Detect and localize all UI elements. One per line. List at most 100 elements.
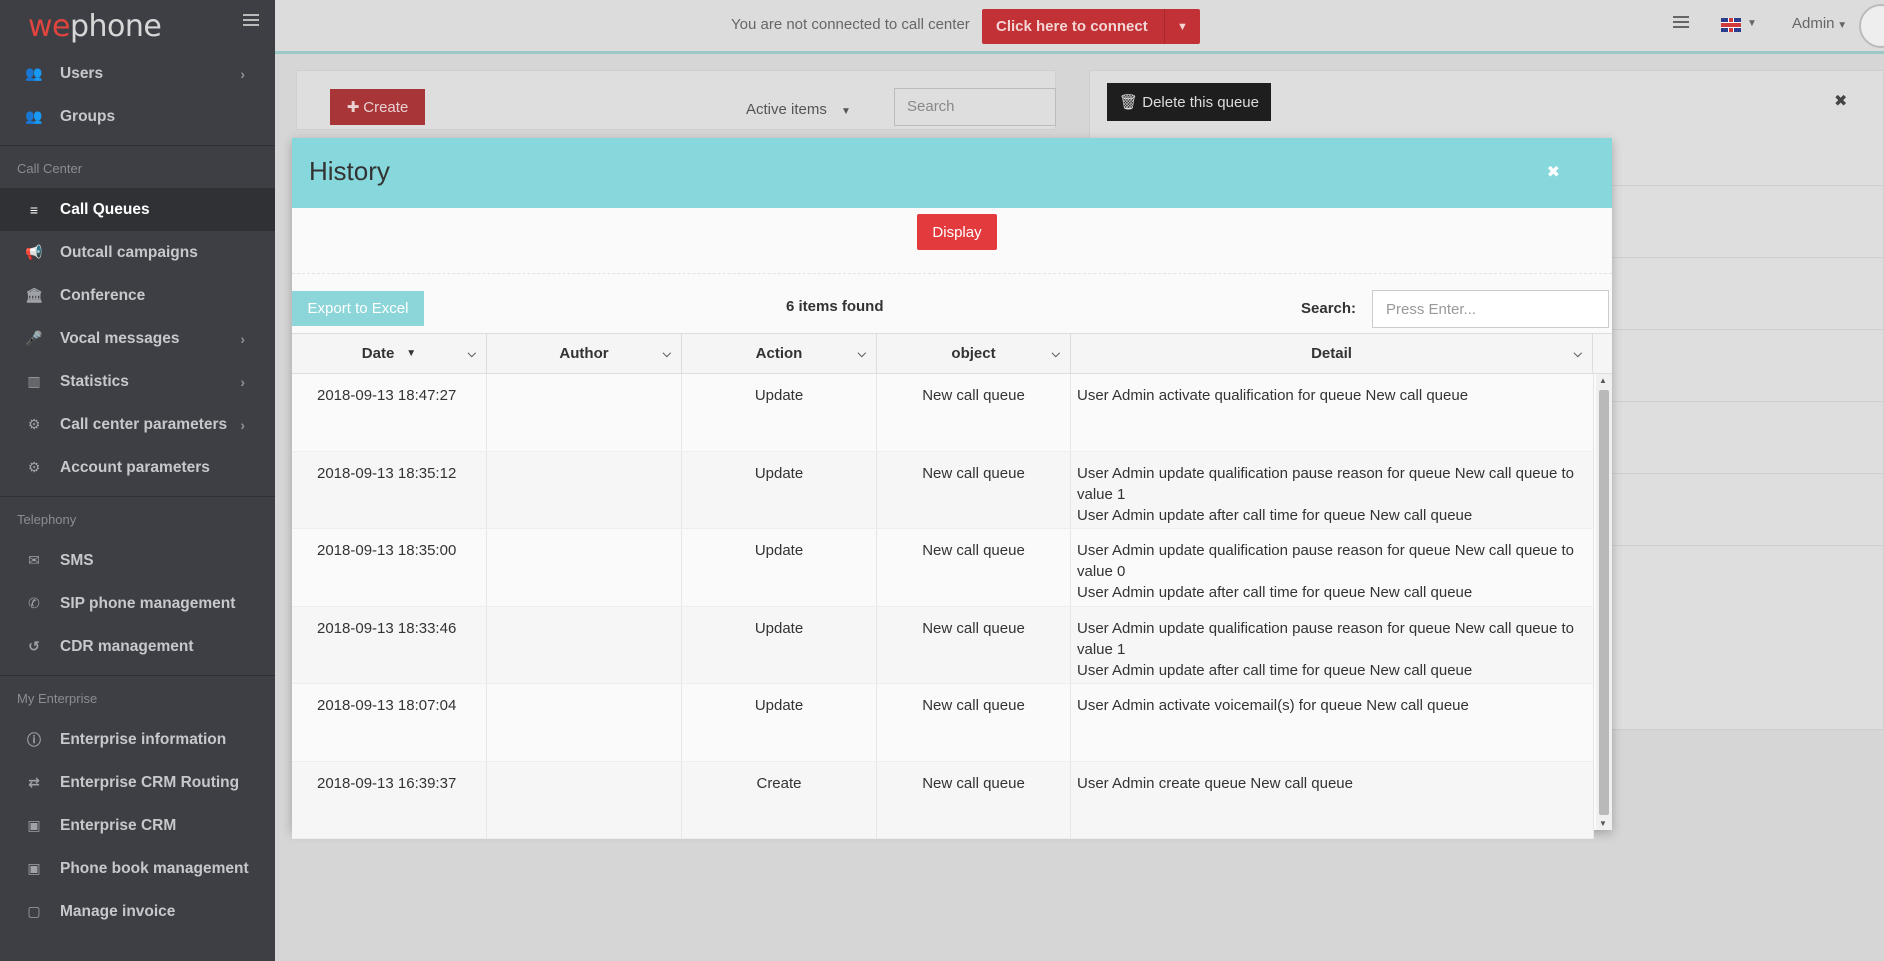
create-button[interactable]: ✚ Create [330, 89, 425, 125]
sidebar-item-call-center-parameters[interactable]: ⚙ Call center parameters › [0, 403, 275, 446]
sidebar-item-sms[interactable]: ✉ SMS [0, 539, 275, 582]
sidebar-item-account-parameters[interactable]: ⚙ Account parameters [0, 446, 275, 489]
column-menu-icon[interactable]: ⌵ [1574, 348, 1582, 361]
bank-icon: 🏛 [25, 287, 43, 303]
column-header-object[interactable]: object ⌵ [877, 334, 1071, 373]
column-header-detail[interactable]: Detail ⌵ [1071, 334, 1593, 373]
chevron-down-icon[interactable]: ▼ [1747, 18, 1757, 29]
cell-action: Update [682, 684, 877, 761]
logo-we: we [28, 8, 71, 44]
column-menu-icon[interactable]: ⌵ [663, 348, 671, 361]
sidebar-item-sip-phone-management[interactable]: ✆ SIP phone management [0, 582, 275, 625]
close-icon[interactable]: ✖ [1834, 91, 1847, 111]
export-excel-button[interactable]: Export to Excel [292, 291, 424, 326]
connect-button-label: Click here to connect [996, 18, 1148, 35]
divider [292, 273, 1612, 274]
sidebar-item-cdr-management[interactable]: ↺ CDR management [0, 625, 275, 668]
chevron-right-icon: › [240, 416, 245, 433]
table-row[interactable]: 2018-09-13 18:35:00 Update New call queue U… [292, 529, 1594, 607]
sidebar-toggle-icon[interactable] [243, 14, 259, 28]
sidebar-item-statistics[interactable]: ▥ Statistics › [0, 360, 275, 403]
items-found-count: 6 items found [786, 298, 884, 315]
history-grid: Date ▼ ⌵ Author ⌵ Action ⌵ object ⌵ Detail ⌵ 2… [292, 333, 1612, 839]
grid-scrollbar[interactable]: ▲ ▼ [1596, 374, 1612, 830]
sidebar-section-telephony: Telephony [0, 496, 275, 539]
cell-author [487, 529, 682, 606]
sidebar-section-call-center: Call Center [0, 145, 275, 188]
users-icon: 👥 [25, 108, 43, 124]
table-row[interactable]: 2018-09-13 18:33:46 Update New call queue U… [292, 606, 1594, 684]
sidebar-item-enterprise-crm[interactable]: ▣ Enterprise CRM [0, 804, 275, 847]
column-header-action[interactable]: Action ⌵ [682, 334, 877, 373]
close-icon[interactable]: ✖ [1547, 162, 1560, 182]
connect-button[interactable]: Click here to connect ▼ [982, 9, 1200, 44]
delete-queue-button[interactable]: 🗑 Delete this queue [1107, 83, 1271, 121]
cell-author [487, 684, 682, 761]
sidebar-item-label: Groups [60, 107, 116, 125]
list-icon[interactable] [1673, 16, 1689, 30]
sidebar-item-conference[interactable]: 🏛 Conference [0, 274, 275, 317]
sidebar-item-enterprise-information[interactable]: ⓘ Enterprise information [0, 718, 275, 761]
sidebar-item-label: Statistics [60, 372, 129, 390]
detail-line: User Admin update after call time for qu… [1077, 506, 1473, 524]
admin-menu[interactable]: Admin ▼ [1792, 15, 1847, 32]
column-menu-icon[interactable]: ⌵ [858, 348, 866, 361]
scroll-down-icon[interactable]: ▼ [1599, 819, 1607, 828]
sidebar-item-label: SMS [60, 551, 94, 569]
detail-line: User Admin update after call time for qu… [1077, 584, 1473, 601]
scroll-thumb[interactable] [1599, 390, 1609, 815]
display-button[interactable]: Display [917, 214, 997, 250]
sidebar-item-label: Manage invoice [60, 902, 176, 920]
delete-queue-label: Delete this queue [1142, 93, 1259, 111]
connection-status-text: You are not connected to call center [731, 16, 970, 33]
sidebar-section-my-enterprise: My Enterprise [0, 675, 275, 718]
cell-action: Update [682, 606, 877, 683]
cell-date: 2018-09-13 18:35:00 [292, 529, 487, 606]
sidebar-item-label: Vocal messages [60, 329, 180, 347]
uk-flag-icon[interactable] [1721, 18, 1741, 32]
sidebar-item-users[interactable]: 👥 Users › [0, 52, 275, 95]
active-items-label: Active items [746, 101, 827, 118]
cell-date: 2018-09-13 16:39:37 [292, 761, 487, 838]
sidebar-item-label: Call center parameters [60, 415, 228, 433]
cell-date: 2018-09-13 18:35:12 [292, 451, 487, 528]
column-menu-icon[interactable]: ⌵ [468, 348, 476, 361]
table-row[interactable]: 2018-09-13 18:35:12 Update New call queue U… [292, 451, 1594, 529]
sidebar-item-label: SIP phone management [60, 594, 236, 612]
queue-search-input[interactable]: Search [894, 88, 1056, 126]
sidebar-item-label: Enterprise CRM Routing [60, 773, 240, 791]
sidebar-item-outcall-campaigns[interactable]: 📢 Outcall campaigns [0, 231, 275, 274]
column-header-date[interactable]: Date ▼ ⌵ [292, 334, 487, 373]
detail-line: User Admin update qualification pause re… [1077, 542, 1574, 580]
chevron-right-icon: › [240, 373, 245, 390]
table-row[interactable]: 2018-09-13 18:07:04 Update New call queue U… [292, 684, 1594, 762]
logo[interactable]: we phone [0, 0, 275, 52]
exchange-icon: ⇄ [28, 774, 40, 790]
avatar[interactable] [1859, 4, 1884, 48]
sidebar-item-label: Phone book management [60, 859, 249, 877]
cell-date: 2018-09-13 18:47:27 [292, 374, 487, 451]
cell-date: 2018-09-13 18:33:46 [292, 606, 487, 683]
table-row[interactable]: 2018-09-13 16:39:37 Create New call queue U… [292, 761, 1594, 839]
column-menu-icon[interactable]: ⌵ [1052, 348, 1060, 361]
sidebar-item-groups[interactable]: 👥 Groups [0, 95, 275, 138]
sidebar-item-manage-invoice[interactable]: ▢ Manage invoice [0, 890, 275, 933]
topbar: You are not connected to call center Cli… [275, 0, 1884, 54]
scroll-up-icon[interactable]: ▲ [1599, 376, 1607, 385]
sidebar-item-vocal-messages[interactable]: 🎤 Vocal messages › [0, 317, 275, 360]
sort-desc-icon[interactable]: ▼ [406, 348, 416, 359]
crm-icon: ▣ [27, 817, 41, 833]
column-header-author[interactable]: Author ⌵ [487, 334, 682, 373]
sidebar-item-enterprise-crm-routing[interactable]: ⇄ Enterprise CRM Routing [0, 761, 275, 804]
cell-object: New call queue [877, 606, 1071, 683]
cell-action: Update [682, 529, 877, 606]
active-items-filter[interactable]: Active items ▼ [746, 101, 851, 118]
sidebar-item-phone-book-management[interactable]: ▣ Phone book management [0, 847, 275, 890]
history-search-input[interactable]: Press Enter... [1372, 290, 1609, 328]
chevron-right-icon: › [240, 65, 245, 82]
sidebar-item-label: Account parameters [60, 458, 210, 476]
table-row[interactable]: 2018-09-13 18:47:27 Update New call queue U… [292, 374, 1594, 452]
cell-object: New call queue [877, 374, 1071, 451]
sidebar-item-call-queues[interactable]: ≡ Call Queues [0, 188, 275, 231]
chevron-down-icon[interactable]: ▼ [1164, 9, 1200, 44]
